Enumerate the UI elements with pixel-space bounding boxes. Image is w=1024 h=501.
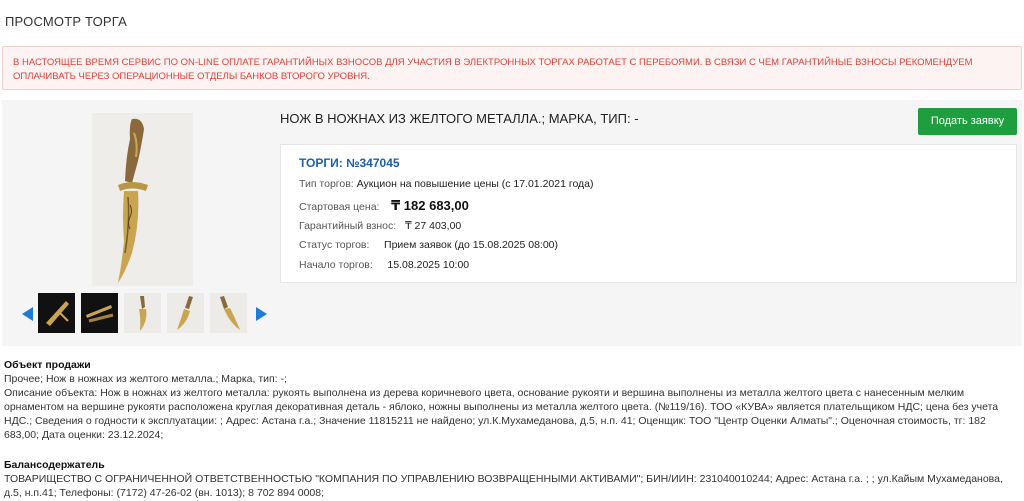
thumbnail-4[interactable] bbox=[167, 293, 204, 333]
knife-image bbox=[92, 113, 193, 286]
apply-button[interactable]: Подать заявку bbox=[918, 108, 1017, 135]
auction-type-value: Аукцион на повышение цены (с 17.01.2021 … bbox=[356, 178, 594, 190]
start-time-label: Начало торгов: bbox=[299, 259, 373, 271]
auction-number[interactable]: ТОРГИ: №347045 bbox=[299, 156, 400, 170]
lot-panel: НОЖ В НОЖНАХ ИЗ ЖЕЛТОГО МЕТАЛЛА.; МАРКА,… bbox=[2, 100, 1022, 346]
object-other: Прочее; Нож в ножнах из желтого металла.… bbox=[4, 373, 287, 385]
status-value: Прием заявок (до 15.08.2025 08:00) bbox=[384, 239, 559, 251]
thumbnail-3[interactable] bbox=[124, 293, 161, 333]
thumbnail-prev-arrow-icon[interactable] bbox=[22, 307, 33, 321]
auction-info-card: ТОРГИ: №347045 Тип торгов: Аукцион на по… bbox=[280, 144, 1017, 283]
holder-text: ТОВАРИЩЕСТВО С ОГРАНИЧЕННОЙ ОТВЕТСТВЕННО… bbox=[4, 473, 1003, 499]
start-time-row: Начало торгов: 15.08.2025 10:00 bbox=[299, 259, 469, 271]
deposit-label: Гарантийный взнос: bbox=[299, 220, 397, 232]
thumbnail-5[interactable] bbox=[210, 293, 247, 333]
start-time-value: 15.08.2025 10:00 bbox=[387, 259, 470, 271]
holder-heading: Балансодержатель bbox=[4, 459, 105, 471]
holder-section: Балансодержатель ТОВАРИЩЕСТВО С ОГРАНИЧЕ… bbox=[4, 458, 1020, 500]
lot-title: НОЖ В НОЖНАХ ИЗ ЖЕЛТОГО МЕТАЛЛА.; МАРКА,… bbox=[280, 111, 639, 126]
object-section: Объект продажи Прочее; Нож в ножнах из ж… bbox=[4, 358, 1020, 442]
object-heading: Объект продажи bbox=[4, 359, 91, 371]
object-description: Описание объекта: Нож в ножнах из желтог… bbox=[4, 387, 999, 441]
auction-type-label: Тип торгов: bbox=[299, 178, 354, 190]
thumbnail-1[interactable] bbox=[38, 293, 75, 333]
status-row: Статус торгов: Прием заявок (до 15.08.20… bbox=[299, 239, 558, 251]
auction-type-row: Тип торгов: Аукцион на повышение цены (с… bbox=[299, 178, 594, 190]
start-price-row: Стартовая цена: ₸ 182 683,00 bbox=[299, 198, 469, 214]
thumbnail-next-arrow-icon[interactable] bbox=[256, 307, 267, 321]
deposit-row: Гарантийный взнос: ₸ 27 403,00 bbox=[299, 220, 461, 232]
start-price-label: Стартовая цена: bbox=[299, 201, 380, 213]
status-label: Статус торгов: bbox=[299, 239, 370, 251]
start-price-value: ₸ 182 683,00 bbox=[391, 198, 469, 213]
main-photo[interactable] bbox=[92, 113, 193, 286]
deposit-value: ₸ 27 403,00 bbox=[404, 220, 462, 232]
alert-banner: В НАСТОЯЩЕЕ ВРЕМЯ СЕРВИС ПО ON-LINE ОПЛА… bbox=[2, 46, 1022, 90]
page-title: ПРОСМОТР ТОРГА bbox=[5, 14, 128, 29]
thumbnail-2[interactable] bbox=[81, 293, 118, 333]
